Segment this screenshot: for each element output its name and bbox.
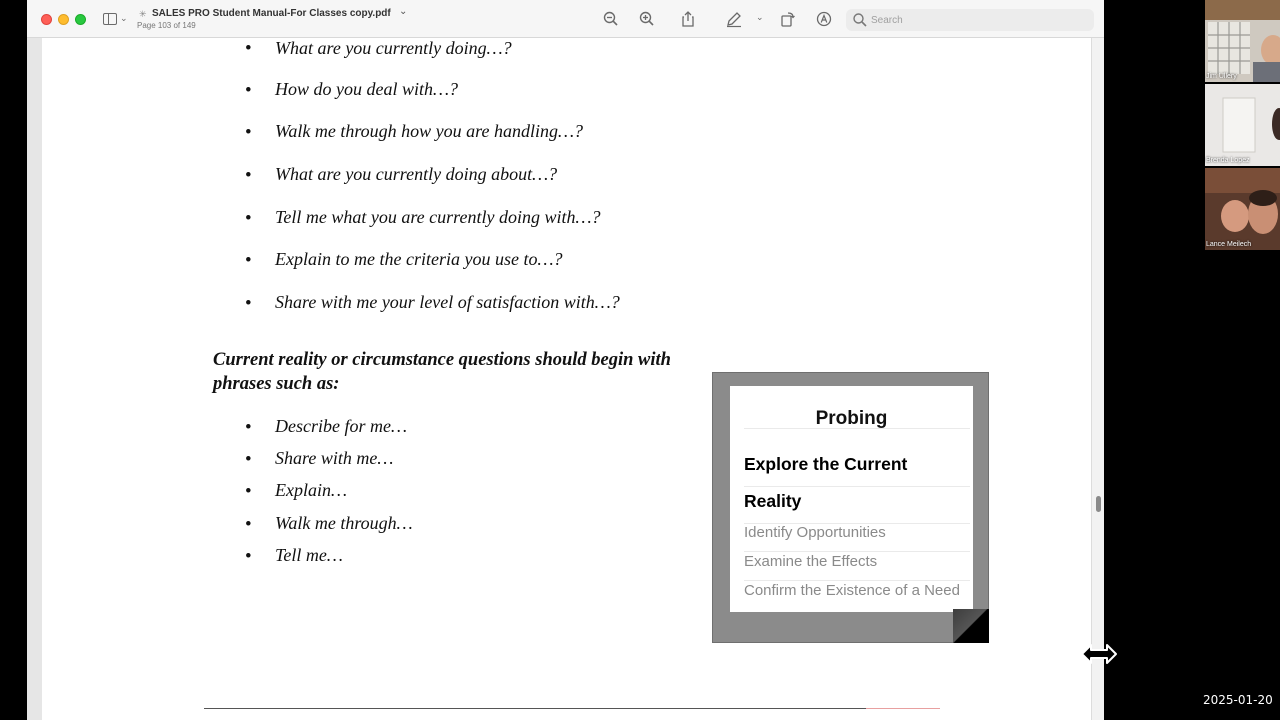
divider <box>744 428 970 429</box>
participant-video-tile[interactable]: Lance Meilech <box>1205 168 1280 250</box>
probing-active-step-cont: Reality <box>744 491 802 511</box>
probing-step: Confirm the Existence of a Need <box>744 582 960 599</box>
participant-name: Jim Ullery <box>1206 73 1237 80</box>
participant-video-feed <box>1205 84 1280 166</box>
window-toolbar: ⌄ ✳ SALES PRO Student Manual-For Classes… <box>27 0 1104 38</box>
probing-title: Probing <box>815 408 888 429</box>
search-icon <box>853 13 867 27</box>
bullet-icon: • <box>245 293 252 314</box>
document-icon: ✳ <box>139 9 147 19</box>
participant-video-tile[interactable]: Jim Ullery <box>1205 0 1280 82</box>
chevron-down-icon: ⌄ <box>120 13 128 23</box>
zoom-window-button[interactable] <box>75 14 86 25</box>
participant-name: Brenda Lopez <box>1206 157 1250 164</box>
bullet-icon: • <box>245 80 252 101</box>
bullet-icon: • <box>245 514 252 535</box>
pdf-page: • What are you currently doing…? • How d… <box>42 38 1091 720</box>
list-item: Tell me what you are currently doing wit… <box>275 207 601 227</box>
search-input[interactable] <box>871 12 1081 28</box>
zoom-out-icon[interactable] <box>602 10 620 28</box>
close-window-button[interactable] <box>41 14 52 25</box>
probing-card: Probing Explore the Current Reality Iden… <box>730 386 973 612</box>
bullet-icon: • <box>245 165 252 186</box>
scrollbar-thumb[interactable] <box>1096 496 1101 512</box>
page-curl-decoration <box>953 609 989 643</box>
list-item: Walk me through… <box>275 513 413 533</box>
bullet-icon: • <box>245 417 252 438</box>
probing-step: Identify Opportunities <box>744 524 886 541</box>
list-item: What are you currently doing about…? <box>275 164 558 184</box>
bullet-icon: • <box>245 250 252 271</box>
list-item: Share with me… <box>275 448 394 468</box>
footer-accent <box>866 708 940 709</box>
rotate-icon[interactable] <box>779 10 797 28</box>
bullet-icon: • <box>245 449 252 470</box>
participant-video-feed <box>1205 0 1280 82</box>
vertical-scrollbar[interactable] <box>1091 38 1104 720</box>
sidebar-icon <box>103 13 117 25</box>
markup-chevron-icon[interactable]: ⌄ <box>756 12 774 30</box>
divider <box>744 551 970 552</box>
preview-window: ⌄ ✳ SALES PRO Student Manual-For Classes… <box>27 0 1104 720</box>
probing-step: Examine the Effects <box>744 553 878 570</box>
list-item: Explain… <box>275 480 347 500</box>
bullet-icon: • <box>245 38 252 59</box>
list-item: Tell me… <box>275 545 343 565</box>
bullet-icon: • <box>245 208 252 229</box>
bullet-icon: • <box>245 481 252 502</box>
footer-divider <box>204 708 940 709</box>
search-field[interactable] <box>846 9 1094 31</box>
title-chevron-icon[interactable]: ⌄ <box>399 6 407 17</box>
resize-cursor-icon <box>1081 644 1117 664</box>
participant-video-feed <box>1205 168 1280 250</box>
probing-active-step: Explore the Current <box>744 454 908 474</box>
participant-name: Lance Meilech <box>1206 241 1252 248</box>
divider <box>744 486 970 487</box>
page-count: Page 103 of 149 <box>137 21 196 30</box>
zoom-in-icon[interactable] <box>638 10 656 28</box>
markup-pen-icon[interactable] <box>725 10 743 28</box>
sidebar-toggle-button[interactable]: ⌄ <box>101 11 129 29</box>
list-item: Explain to me the criteria you use to…? <box>275 249 563 269</box>
list-item: Describe for me… <box>275 416 407 436</box>
minimize-window-button[interactable] <box>58 14 69 25</box>
document-title[interactable]: SALES PRO Student Manual-For Classes cop… <box>152 8 391 19</box>
recording-date-stamp: 2025-01-20 <box>1203 693 1273 707</box>
list-item: What are you currently doing…? <box>275 38 512 58</box>
section-heading: Current reality or circumstance question… <box>213 350 671 394</box>
share-icon[interactable] <box>679 10 697 28</box>
list-item: How do you deal with…? <box>275 79 458 99</box>
list-item: Share with me your level of satisfaction… <box>275 292 620 312</box>
probing-graphic: Probing Explore the Current Reality Iden… <box>712 372 989 643</box>
markup-toolbar-icon[interactable] <box>815 10 833 28</box>
bullet-icon: • <box>245 122 252 143</box>
participant-video-tile[interactable]: Brenda Lopez <box>1205 84 1280 166</box>
list-item: Walk me through how you are handling…? <box>275 121 583 141</box>
divider <box>744 580 970 581</box>
bullet-icon: • <box>245 546 252 567</box>
